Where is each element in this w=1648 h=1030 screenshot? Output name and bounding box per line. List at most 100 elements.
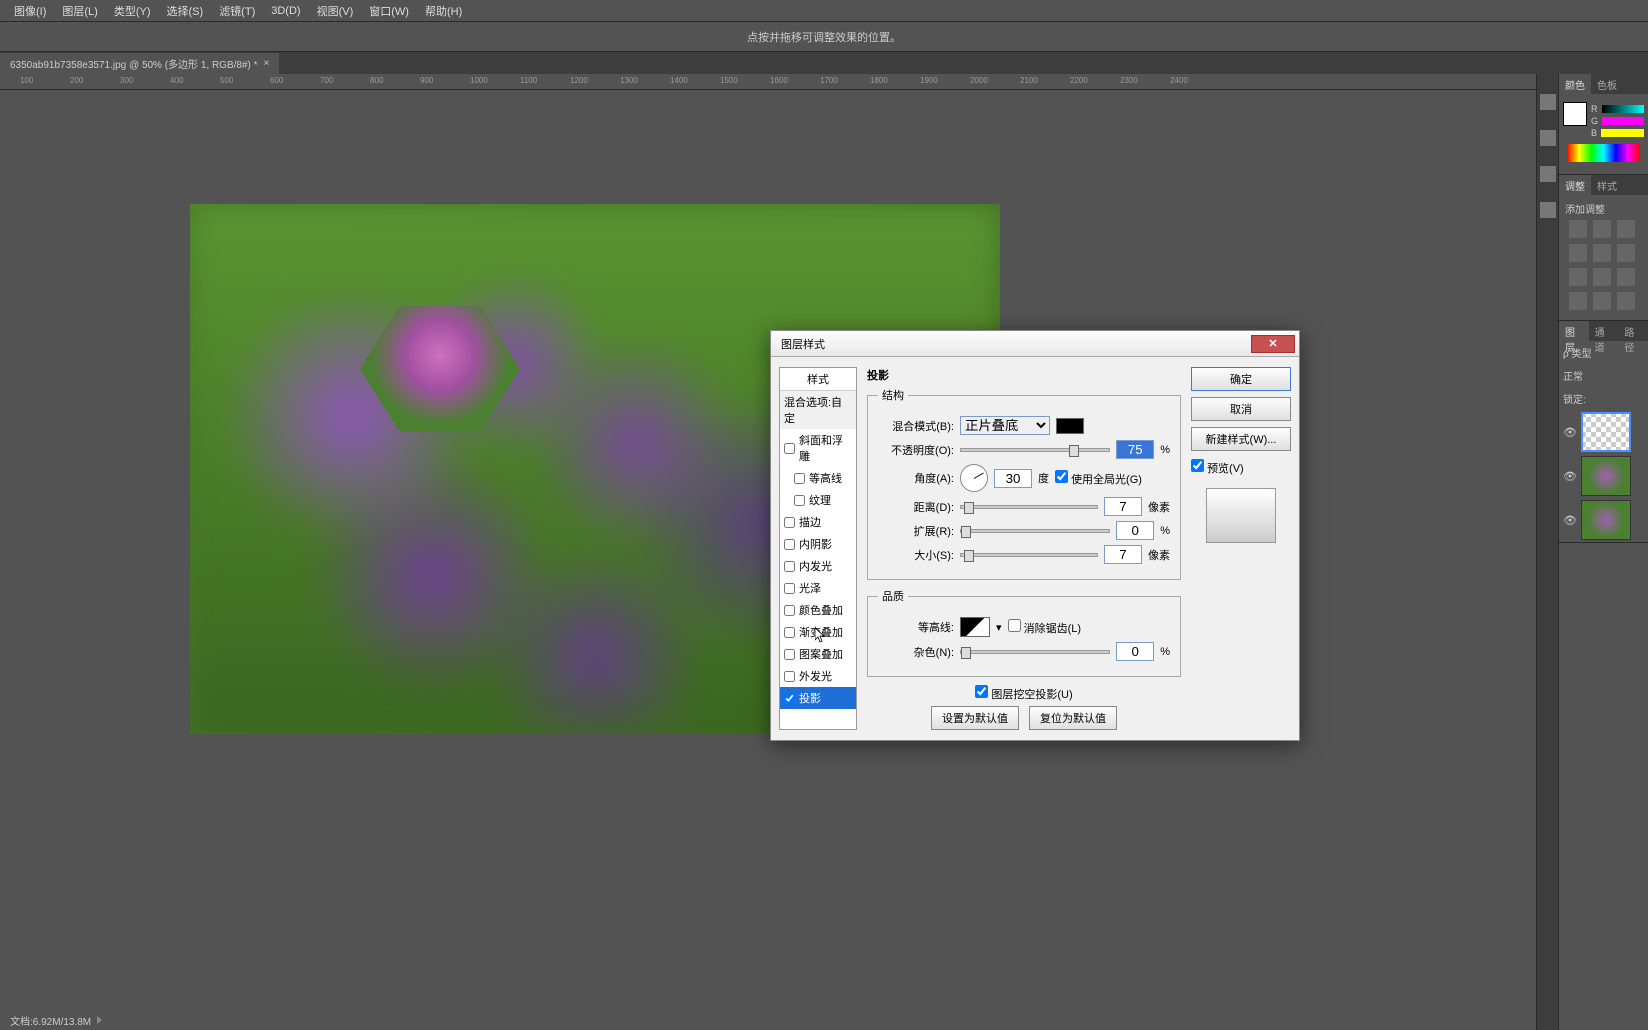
tab-color[interactable]: 颜色: [1559, 74, 1591, 94]
blend-options[interactable]: 混合选项:自定: [780, 391, 856, 429]
knockout-checkbox[interactable]: [975, 685, 988, 698]
opacity-slider[interactable]: [960, 448, 1110, 452]
noise-input[interactable]: [1116, 642, 1154, 661]
layer-row-polygon[interactable]: 👁: [1559, 410, 1648, 454]
menu-3d[interactable]: 3D(D): [263, 5, 308, 17]
contour-picker[interactable]: [960, 617, 990, 637]
style-bevel[interactable]: 斜面和浮雕: [780, 429, 856, 467]
foreground-swatch[interactable]: [1563, 102, 1587, 126]
drop-shadow-checkbox[interactable]: [784, 693, 795, 704]
menu-layer[interactable]: 图层(L): [54, 3, 105, 19]
inner-shadow-checkbox[interactable]: [784, 539, 795, 550]
tab-channels[interactable]: 通道: [1589, 321, 1619, 341]
size-slider[interactable]: [960, 553, 1098, 557]
menu-window[interactable]: 窗口(W): [361, 3, 417, 19]
bevel-checkbox[interactable]: [784, 443, 795, 454]
outer-glow-checkbox[interactable]: [784, 671, 795, 682]
r-slider[interactable]: [1602, 105, 1645, 113]
vibrance-icon[interactable]: [1593, 244, 1611, 262]
tab-swatches[interactable]: 色板: [1591, 74, 1623, 94]
menu-view[interactable]: 视图(V): [309, 3, 362, 19]
paragraph-icon[interactable]: [1540, 202, 1556, 218]
reset-default-button[interactable]: 复位为默认值: [1029, 706, 1117, 730]
tab-layers[interactable]: 图层: [1559, 321, 1589, 341]
distance-slider[interactable]: [960, 505, 1098, 509]
cancel-button[interactable]: 取消: [1191, 397, 1291, 421]
close-button[interactable]: ✕: [1251, 335, 1295, 353]
spread-slider[interactable]: [960, 529, 1110, 533]
lookup-icon[interactable]: [1569, 292, 1587, 310]
visibility-icon[interactable]: 👁: [1563, 470, 1577, 483]
shadow-color-chip[interactable]: [1056, 418, 1084, 434]
style-drop-shadow[interactable]: 投影: [780, 687, 856, 709]
close-icon[interactable]: ×: [264, 58, 270, 69]
properties-icon[interactable]: [1540, 130, 1556, 146]
ok-button[interactable]: 确定: [1191, 367, 1291, 391]
channel-mixer-icon[interactable]: [1617, 268, 1635, 286]
texture-checkbox[interactable]: [794, 495, 805, 506]
b-slider[interactable]: [1601, 129, 1644, 137]
pattern-overlay-checkbox[interactable]: [784, 649, 795, 660]
style-inner-shadow[interactable]: 内阴影: [780, 533, 856, 555]
opacity-input[interactable]: [1116, 440, 1154, 459]
style-contour[interactable]: 等高线: [780, 467, 856, 489]
angle-input[interactable]: [994, 469, 1032, 488]
distance-input[interactable]: [1104, 497, 1142, 516]
exposure-icon[interactable]: [1569, 244, 1587, 262]
contour-dropdown-icon[interactable]: ▾: [996, 621, 1002, 634]
noise-slider[interactable]: [960, 650, 1110, 654]
levels-icon[interactable]: [1593, 220, 1611, 238]
menu-select[interactable]: 选择(S): [159, 3, 212, 19]
style-outer-glow[interactable]: 外发光: [780, 665, 856, 687]
layer-row-1[interactable]: 👁: [1559, 454, 1648, 498]
menu-help[interactable]: 帮助(H): [417, 3, 470, 19]
menu-filter[interactable]: 滤镜(T): [211, 3, 263, 19]
style-stroke[interactable]: 描边: [780, 511, 856, 533]
character-icon[interactable]: [1540, 166, 1556, 182]
gradient-overlay-checkbox[interactable]: [784, 627, 795, 638]
spread-input[interactable]: [1116, 521, 1154, 540]
bw-icon[interactable]: [1569, 268, 1587, 286]
satin-checkbox[interactable]: [784, 583, 795, 594]
history-icon[interactable]: [1540, 94, 1556, 110]
global-light-checkbox[interactable]: [1055, 470, 1068, 483]
tab-styles[interactable]: 样式: [1591, 175, 1623, 195]
style-color-overlay[interactable]: 颜色叠加: [780, 599, 856, 621]
stroke-checkbox[interactable]: [784, 517, 795, 528]
color-spectrum[interactable]: [1567, 144, 1640, 162]
menu-type[interactable]: 类型(Y): [106, 3, 159, 19]
posterize-icon[interactable]: [1617, 292, 1635, 310]
hue-icon[interactable]: [1617, 244, 1635, 262]
style-inner-glow[interactable]: 内发光: [780, 555, 856, 577]
tab-paths[interactable]: 路径: [1618, 321, 1648, 341]
style-texture[interactable]: 纹理: [780, 489, 856, 511]
photo-filter-icon[interactable]: [1593, 268, 1611, 286]
invert-icon[interactable]: [1593, 292, 1611, 310]
tab-adjustments[interactable]: 调整: [1559, 175, 1591, 195]
menu-image[interactable]: 图像(I): [6, 3, 54, 19]
new-style-button[interactable]: 新建样式(W)...: [1191, 427, 1291, 451]
angle-dial[interactable]: [960, 464, 988, 492]
preview-checkbox[interactable]: [1191, 459, 1204, 472]
dialog-titlebar[interactable]: 图层样式 ✕: [771, 331, 1299, 357]
layer-row-bg[interactable]: 👁: [1559, 498, 1648, 542]
style-satin[interactable]: 光泽: [780, 577, 856, 599]
g-slider[interactable]: [1602, 117, 1644, 125]
brightness-icon[interactable]: [1569, 220, 1587, 238]
blend-mode-select[interactable]: 正片叠底: [960, 416, 1050, 435]
document-tab[interactable]: 6350ab91b7358e3571.jpg @ 50% (多边形 1, RGB…: [0, 53, 279, 74]
style-pattern-overlay[interactable]: 图案叠加: [780, 643, 856, 665]
status-menu-icon[interactable]: [97, 1016, 102, 1024]
visibility-icon[interactable]: 👁: [1563, 514, 1577, 527]
styles-header[interactable]: 样式: [780, 368, 856, 391]
style-gradient-overlay[interactable]: 渐变叠加: [780, 621, 856, 643]
visibility-icon[interactable]: 👁: [1563, 426, 1577, 439]
color-overlay-checkbox[interactable]: [784, 605, 795, 616]
curves-icon[interactable]: [1617, 220, 1635, 238]
antialias-checkbox[interactable]: [1008, 619, 1021, 632]
blend-mode-select[interactable]: 正常: [1563, 368, 1583, 383]
contour-checkbox[interactable]: [794, 473, 805, 484]
size-input[interactable]: [1104, 545, 1142, 564]
kind-filter[interactable]: ρ 类型: [1563, 345, 1591, 360]
make-default-button[interactable]: 设置为默认值: [931, 706, 1019, 730]
